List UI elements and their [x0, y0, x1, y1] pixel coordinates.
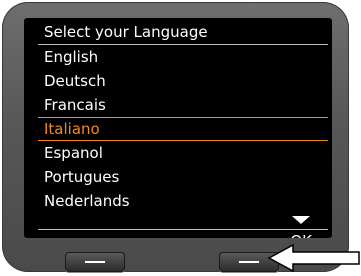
language-option-portugues[interactable]: Portugues: [24, 165, 332, 189]
language-option-english[interactable]: English: [24, 45, 332, 69]
display-screen: Select your Language English Deutsch Fra…: [24, 18, 332, 238]
softkey-divider: [38, 229, 328, 230]
language-option-italiano[interactable]: Italiano: [24, 117, 332, 141]
left-softkey-button[interactable]: [65, 252, 125, 272]
language-option-espanol[interactable]: Espanol: [24, 141, 332, 165]
phone-handset-frame: Select your Language English Deutsch Fra…: [2, 2, 349, 272]
language-list: English Deutsch Francais Italiano Espano…: [24, 45, 332, 213]
screen-title: Select your Language: [44, 23, 208, 41]
language-option-deutsch[interactable]: Deutsch: [24, 69, 332, 93]
softkey-bar-icon: [85, 261, 105, 263]
language-option-francais[interactable]: Francais: [24, 93, 332, 117]
language-option-nederlands[interactable]: Nederlands: [24, 189, 332, 213]
ok-softkey-label: OK: [290, 231, 312, 238]
pointer-arrow-icon: [267, 243, 360, 273]
softkey-bar-icon: [239, 261, 259, 263]
scroll-down-arrow-icon: [292, 216, 310, 224]
